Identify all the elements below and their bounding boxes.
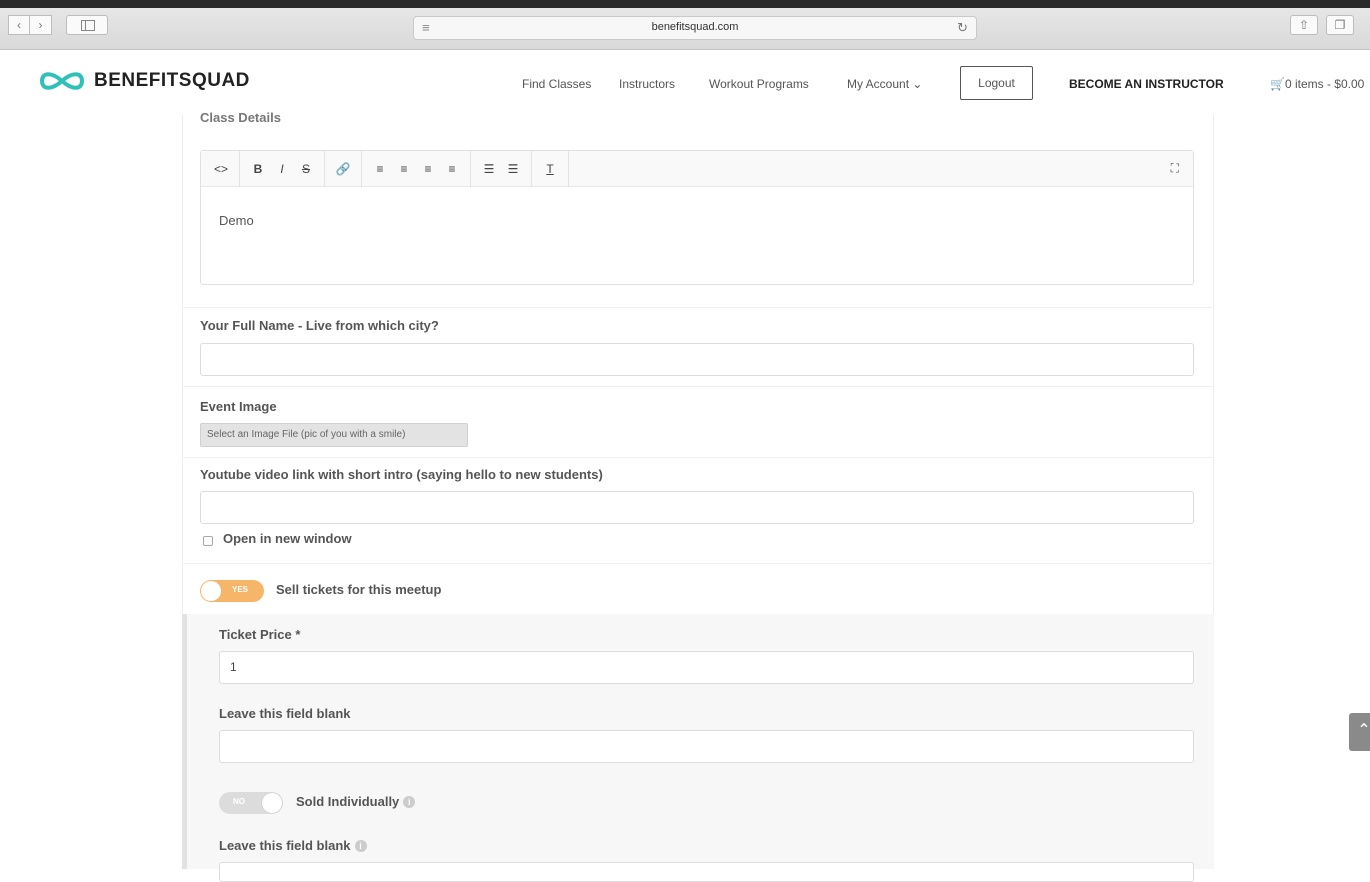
ticket-price-input[interactable]: 1 (219, 651, 1194, 684)
row-divider (182, 307, 1214, 308)
scroll-to-top-button[interactable]: ⌃ (1349, 713, 1370, 751)
toolbar-divider (361, 150, 362, 187)
nav-find-classes[interactable]: Find Classes (522, 77, 591, 91)
forward-button[interactable]: › (30, 15, 52, 35)
window-top-bar (0, 0, 1370, 8)
row-divider (182, 457, 1214, 458)
leave-blank-2-text: Leave this field blank (219, 838, 351, 853)
url-text: benefitsquad.com (651, 21, 739, 33)
section-title: Class Details (200, 110, 281, 125)
toolbar-divider (470, 150, 471, 187)
sell-tickets-toggle[interactable]: YES (200, 580, 264, 602)
full-name-label: Your Full Name - Live from which city? (200, 318, 439, 333)
toggle-state: NO (233, 797, 245, 806)
history-buttons: ‹ › (8, 15, 52, 35)
toggle-knob (201, 581, 221, 601)
nav-instructors[interactable]: Instructors (619, 77, 675, 91)
open-new-window-label: Open in new window (223, 531, 352, 546)
select-image-button[interactable]: Select an Image File (pic of you with a … (200, 423, 468, 447)
info-icon[interactable]: i (403, 796, 416, 808)
cart-summary: 0 items - $0.00 (1284, 77, 1365, 91)
leave-blank-input[interactable] (219, 730, 1194, 763)
youtube-input[interactable] (200, 491, 1194, 524)
toolbar-divider (324, 150, 325, 187)
logo-icon (39, 72, 85, 90)
align-left-button[interactable]: ≡ (368, 162, 392, 176)
cart-icon: 🛒 (1270, 77, 1285, 91)
info-icon[interactable]: i (354, 840, 367, 852)
site-header: BENEFITSQUAD Find Classes Instructors Wo… (0, 51, 1370, 115)
toggle-knob (262, 793, 282, 813)
toolbar-divider (568, 150, 569, 187)
row-divider (182, 563, 1214, 564)
link-button[interactable]: 🔗 (331, 162, 355, 176)
reload-icon[interactable]: ↻ (957, 20, 968, 36)
sold-individually-label: Sold Individually i (296, 794, 416, 809)
toolbar-divider (239, 150, 240, 187)
share-button[interactable]: ⇧ (1290, 15, 1318, 35)
sidebar-icon (81, 20, 95, 31)
align-right-button[interactable]: ≡ (416, 162, 440, 176)
leave-blank-2-label: Leave this field blank i (219, 838, 367, 853)
chevron-up-icon: ⌃ (1357, 722, 1370, 739)
youtube-label: Youtube video link with short intro (say… (200, 467, 603, 482)
ticket-price-label: Ticket Price * (219, 627, 301, 642)
open-new-window-checkbox[interactable] (203, 536, 213, 546)
browser-actions: ⇧ ❐ (1290, 15, 1354, 35)
nav-my-account[interactable]: My Account ⌄ (847, 77, 922, 91)
justify-button[interactable]: ≡ (440, 162, 464, 176)
row-divider (182, 386, 1214, 387)
strikethrough-button[interactable]: S (294, 162, 318, 176)
full-name-input[interactable] (200, 343, 1194, 376)
nav-workout-programs[interactable]: Workout Programs (709, 77, 809, 91)
toolbar-divider (531, 150, 532, 187)
clear-format-button[interactable]: T (538, 162, 562, 176)
bold-button[interactable]: B (246, 162, 270, 176)
code-view-button[interactable]: <> (209, 162, 233, 176)
brand-name: BENEFITSQUAD (94, 70, 250, 91)
leave-blank-2-input[interactable] (219, 862, 1194, 882)
become-instructor-link[interactable]: BECOME AN INSTRUCTOR (1069, 77, 1224, 91)
sold-individually-toggle[interactable]: NO (219, 792, 283, 814)
tabs-button[interactable]: ❐ (1326, 15, 1354, 35)
fullscreen-icon[interactable]: ⛶ (1171, 161, 1179, 176)
event-image-label: Event Image (200, 399, 277, 414)
rich-text-editor: <> B I S 🔗 ≡ ≡ ≡ ≡ ☰ ☰ T ⛶ Demo (200, 150, 1194, 285)
leave-blank-label: Leave this field blank (219, 706, 351, 721)
address-bar[interactable]: ≡ benefitsquad.com ↻ (413, 16, 977, 40)
align-center-button[interactable]: ≡ (392, 162, 416, 176)
logout-button[interactable]: Logout (960, 66, 1033, 100)
logo[interactable]: BENEFITSQUAD (38, 66, 250, 96)
editor-content[interactable]: Demo (201, 187, 1193, 254)
browser-chrome: ‹ › ≡ benefitsquad.com ↻ ⇧ ❐ (0, 0, 1370, 50)
sidebar-toggle-button[interactable] (66, 15, 108, 35)
italic-button[interactable]: I (270, 162, 294, 176)
numbered-list-button[interactable]: ☰ (501, 162, 525, 176)
toggle-state: YES (232, 585, 249, 594)
cart-link[interactable]: 🛒0 items - $0.00 (1270, 77, 1364, 91)
sell-tickets-label: Sell tickets for this meetup (276, 582, 442, 597)
editor-toolbar: <> B I S 🔗 ≡ ≡ ≡ ≡ ☰ ☰ T ⛶ (201, 150, 1193, 187)
back-button[interactable]: ‹ (8, 15, 30, 35)
bullet-list-button[interactable]: ☰ (477, 162, 501, 176)
sold-individually-text: Sold Individually (296, 794, 400, 809)
